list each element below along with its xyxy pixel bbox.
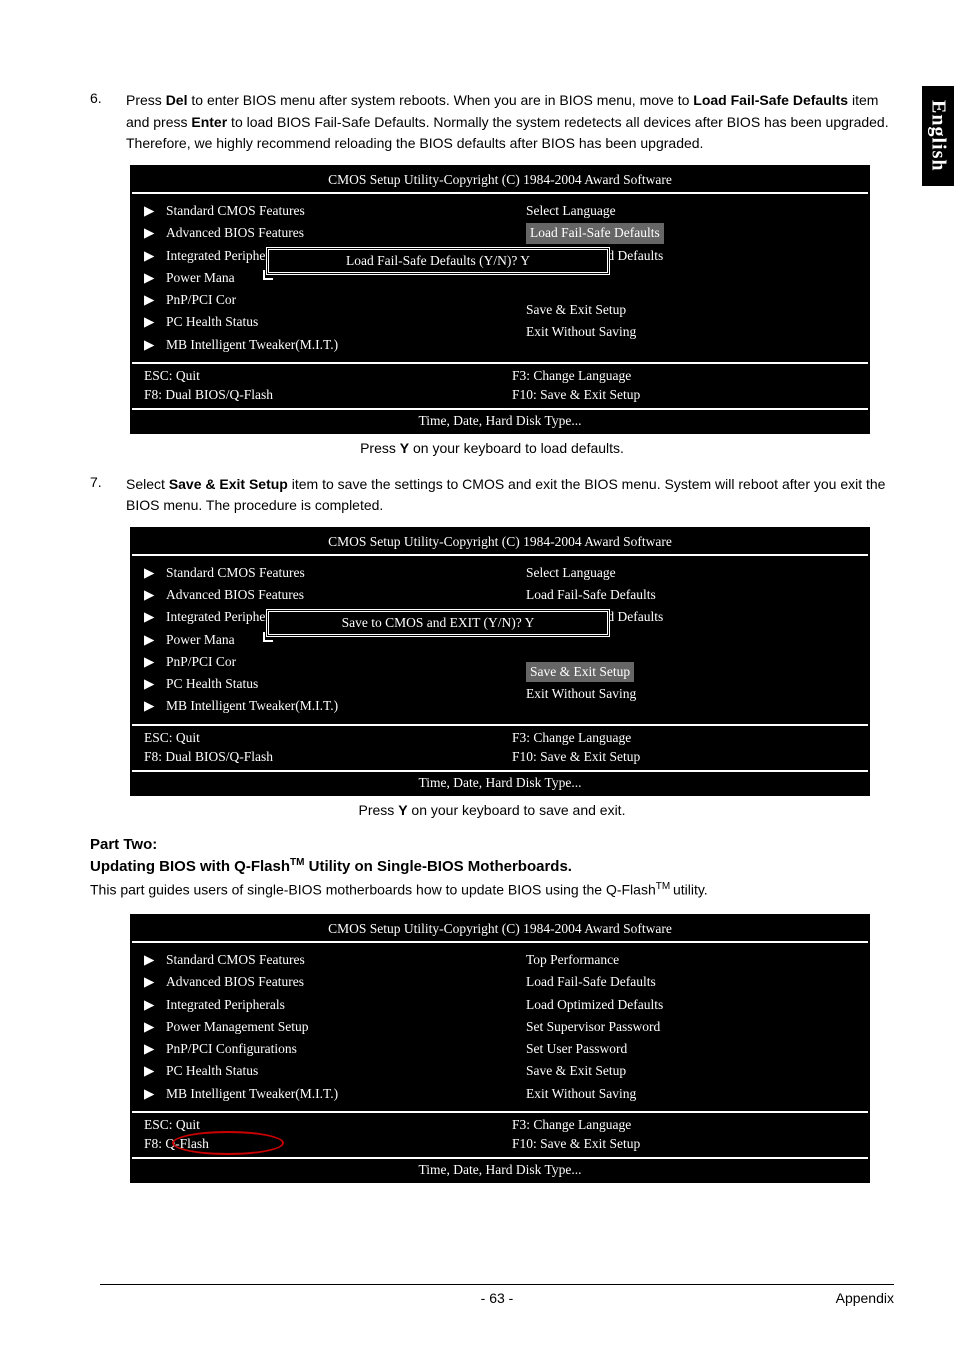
bios-screen-2: CMOS Setup Utility-Copyright (C) 1984-20… xyxy=(130,527,870,796)
highlighted-item: Load Fail-Safe Defaults xyxy=(526,223,664,243)
language-tab-label: English xyxy=(927,100,950,171)
bios-title: CMOS Setup Utility-Copyright (C) 1984-20… xyxy=(132,529,868,556)
bios-title: CMOS Setup Utility-Copyright (C) 1984-20… xyxy=(132,167,868,194)
bios-screen-1: CMOS Setup Utility-Copyright (C) 1984-20… xyxy=(130,165,870,434)
bios-right-column: Select Language Load Fail-Safe Defaults … xyxy=(500,198,868,358)
bios-right-column: Select Language Load Fail-Safe Defaults … xyxy=(500,560,868,720)
caption-1: Press Y on your keyboard to load default… xyxy=(90,440,894,456)
page-footer: - 63 - Appendix xyxy=(100,1284,894,1306)
confirm-dialog: Save to CMOS and EXIT (Y/N)? Y xyxy=(266,609,610,637)
step-number: 7. xyxy=(90,474,126,517)
part-two-desc: This part guides users of single-BIOS mo… xyxy=(90,879,894,901)
bios-right-column: Top Performance Load Fail-Safe Defaults … xyxy=(500,947,868,1107)
part-two-subheading: Updating BIOS with Q-FlashTM Utility on … xyxy=(90,857,894,875)
step-body: Press Del to enter BIOS menu after syste… xyxy=(126,90,894,155)
bios-left-column: ▶Standard CMOS Features ▶Advanced BIOS F… xyxy=(132,560,500,720)
caption-2: Press Y on your keyboard to save and exi… xyxy=(90,802,894,818)
confirm-dialog: Load Fail-Safe Defaults (Y/N)? Y xyxy=(266,247,610,275)
page-number: - 63 - xyxy=(100,1290,894,1306)
step-6: 6. Press Del to enter BIOS menu after sy… xyxy=(90,90,894,155)
bios-help: Time, Date, Hard Disk Type... xyxy=(132,408,868,432)
part-two-heading: Part Two: xyxy=(90,836,894,853)
bios-left-column: ▶Standard CMOS Features ▶Advanced BIOS F… xyxy=(132,947,500,1107)
bios-help: Time, Date, Hard Disk Type... xyxy=(132,1157,868,1181)
step-body: Select Save & Exit Setup item to save th… xyxy=(126,474,894,517)
bios-screen-3: CMOS Setup Utility-Copyright (C) 1984-20… xyxy=(130,914,870,1183)
bios-title: CMOS Setup Utility-Copyright (C) 1984-20… xyxy=(132,916,868,943)
bios-help: Time, Date, Hard Disk Type... xyxy=(132,770,868,794)
highlighted-item: Save & Exit Setup xyxy=(526,662,634,682)
bios-left-column: ▶Standard CMOS Features ▶Advanced BIOS F… xyxy=(132,198,500,358)
step-7: 7. Select Save & Exit Setup item to save… xyxy=(90,474,894,517)
step-number: 6. xyxy=(90,90,126,155)
language-tab: English xyxy=(922,86,954,186)
page-content: 6. Press Del to enter BIOS menu after sy… xyxy=(0,0,954,1183)
